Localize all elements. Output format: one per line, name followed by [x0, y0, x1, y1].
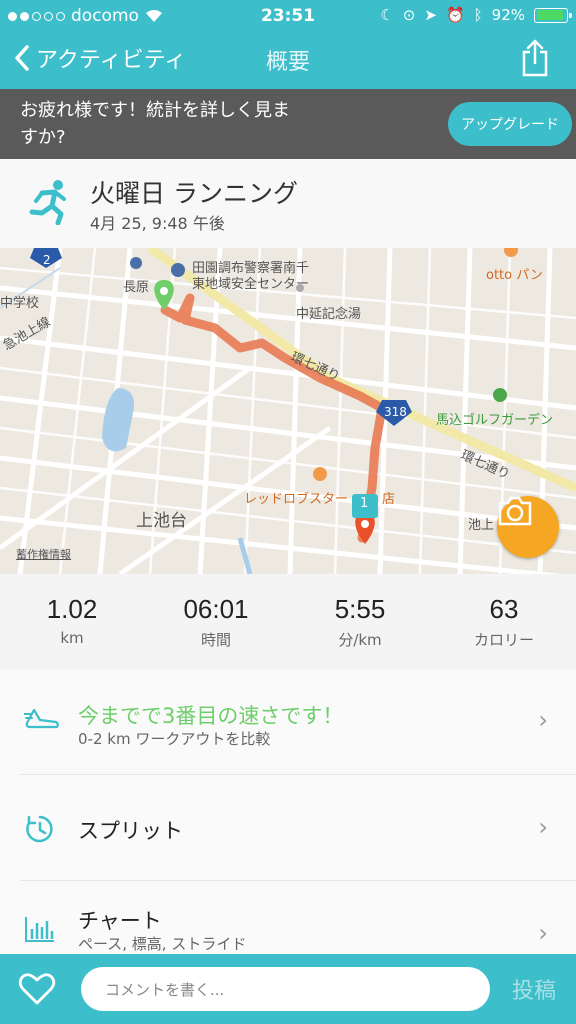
stopwatch-icon [24, 813, 56, 849]
chevron-right-icon: › [538, 706, 548, 734]
running-icon [28, 179, 70, 229]
moon-icon: ☾ [380, 6, 394, 24]
nav-bar: アクティビティ 概要 [0, 32, 576, 89]
road-number-318: 318 [384, 405, 407, 419]
upgrade-button[interactable]: アップグレード [448, 102, 572, 146]
stats-row: 1.02 km 06:01 時間 5:55 分/km 63 カロリー [0, 574, 576, 670]
map-label: 池上 [468, 518, 495, 533]
status-bar: docomo 23:51 ☾ ⊙ ➤ ⏰ ᛒ 92% [0, 0, 576, 32]
heart-icon [18, 973, 56, 1005]
upgrade-banner: お疲れ様です！統計を詳しく見ますか? アップグレード [0, 89, 576, 159]
map-label: 長原 [123, 280, 150, 295]
top-bar: docomo 23:51 ☾ ⊙ ➤ ⏰ ᛒ 92% アクティビティ 概要 [0, 0, 576, 89]
map-label: 中学校 [0, 296, 40, 311]
stat-calories: 63 カロリー [432, 574, 576, 670]
bakery-icon [504, 248, 518, 257]
comment-bar: コメントを書く... 投稿 [0, 954, 576, 1024]
bluetooth-icon: ᛒ [473, 6, 483, 24]
charts-row[interactable]: チャート ペース, 標高, ストライド › [0, 881, 576, 954]
charts-title: チャート [78, 909, 162, 933]
map-label: 中延記念湯 [296, 307, 362, 322]
restaurant-icon [313, 467, 327, 481]
splits-title: スプリット [78, 819, 183, 843]
map-label: 上池台 [136, 511, 187, 531]
stat-unit: km [60, 629, 84, 647]
page-title: 概要 [265, 50, 310, 75]
activity-title: 火曜日 ランニング [90, 179, 298, 208]
map-label: 馬込ゴルフガーデン [436, 413, 554, 428]
post-button[interactable]: 投稿 [512, 973, 556, 1005]
status-right: ☾ ⊙ ➤ ⏰ ᛒ 92% [380, 6, 572, 24]
map-label: 店 [382, 492, 396, 507]
share-button[interactable] [520, 38, 550, 82]
stat-pace: 5:55 分/km [288, 574, 432, 670]
map-label: otto パン [486, 268, 543, 283]
camera-icon [498, 496, 532, 526]
police-icon [171, 263, 185, 277]
battery-percent: 92% [491, 6, 525, 24]
stat-unit: 時間 [200, 631, 231, 649]
bar-chart-icon [24, 915, 56, 947]
stat-unit: カロリー [473, 631, 534, 649]
golf-icon [493, 388, 507, 402]
chevron-right-icon: › [538, 813, 548, 841]
banner-message: お疲れ様です！統計を詳しく見ますか? [20, 100, 290, 148]
compare-title: 今までで3番目の速さです！ [78, 704, 344, 728]
stat-value: 06:01 [183, 594, 249, 624]
compare-subtitle: 0-2 km ワークアウトを比較 [78, 730, 271, 748]
map-label: 東地域安全センター [192, 277, 310, 292]
stat-value: 5:55 [334, 594, 386, 624]
share-icon [522, 39, 548, 77]
compare-row[interactable]: 今までで3番目の速さです！ 0-2 km ワークアウトを比較 › [0, 670, 576, 774]
route-map[interactable]: 2 318 1 田園調布警察署南千 東地域安全センター 長原 otto パン 中… [0, 248, 576, 574]
location-icon: ➤ [424, 6, 437, 24]
battery-icon [534, 7, 572, 23]
activity-datetime: 4月 25, 9:48 午後 [90, 214, 225, 233]
orientation-lock-icon: ⊙ [402, 6, 416, 24]
stat-unit: 分/km [338, 631, 382, 649]
shoe-icon [23, 706, 60, 736]
stat-value: 1.02 [46, 594, 98, 624]
splits-row[interactable]: スプリット › [0, 775, 576, 880]
legal-link[interactable]: 蓄作権情報 [16, 546, 71, 562]
map-label: レッドロブスター [244, 492, 349, 507]
stat-duration: 06:01 時間 [144, 574, 288, 670]
alarm-icon: ⏰ [445, 6, 465, 24]
stat-distance: 1.02 km [0, 574, 144, 670]
activity-header: 火曜日 ランニング 4月 25, 9:48 午後 [0, 159, 576, 248]
split-number: 1 [360, 496, 369, 511]
road-number-2: 2 [43, 253, 51, 267]
detail-list: 今までで3番目の速さです！ 0-2 km ワークアウトを比較 › スプリット ›… [0, 670, 576, 954]
stat-value: 63 [489, 594, 519, 624]
chevron-right-icon: › [538, 919, 548, 947]
like-button[interactable] [18, 972, 56, 1010]
charts-subtitle: ペース, 標高, ストライド [78, 935, 247, 953]
camera-button[interactable] [497, 496, 559, 558]
station-icon [130, 257, 142, 269]
comment-input[interactable]: コメントを書く... [81, 967, 490, 1011]
